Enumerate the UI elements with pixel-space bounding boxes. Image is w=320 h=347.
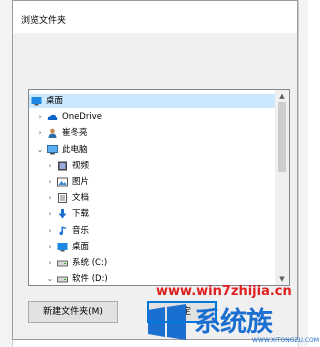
tree-item-label: 系统 (C:) bbox=[72, 258, 108, 268]
chevron-right-icon[interactable]: › bbox=[46, 191, 54, 205]
watermark: www.win7zhijia.cn 系统族 WWW.XITONGZU.COM bbox=[142, 282, 319, 347]
user-icon bbox=[47, 128, 58, 139]
tree-item-label: 崔冬亮 bbox=[62, 128, 88, 139]
chevron-right-icon[interactable]: › bbox=[46, 207, 54, 221]
tree-item-label: 图片 bbox=[72, 177, 90, 187]
chevron-right-icon[interactable]: › bbox=[46, 240, 54, 254]
tree-item[interactable]: 桌面 bbox=[29, 94, 275, 108]
chevron-down-icon[interactable]: ⌄ bbox=[46, 272, 54, 285]
tree-item[interactable]: › OneDrive bbox=[29, 110, 275, 124]
tree-item-label: 下载 bbox=[72, 209, 90, 220]
vertical-scrollbar[interactable]: ▲ ▼ bbox=[275, 90, 289, 285]
music-icon bbox=[57, 226, 68, 236]
tree-item[interactable]: › 文档 bbox=[29, 191, 275, 205]
computer-icon bbox=[47, 144, 58, 155]
scroll-up-arrow-icon[interactable]: ▲ bbox=[275, 90, 289, 102]
new-folder-button[interactable]: 新建文件夹(M) bbox=[28, 301, 118, 323]
chevron-right-icon[interactable]: › bbox=[36, 126, 44, 140]
desktop-icon bbox=[57, 242, 68, 252]
tree-item-label: 视频 bbox=[72, 160, 90, 171]
tree-item-label: 音乐 bbox=[72, 225, 90, 236]
watermark-site: www.win7zhijia.cn bbox=[156, 284, 292, 299]
tree-item-label: OneDrive bbox=[62, 112, 102, 123]
tree-item[interactable]: ⌄ 此电脑 bbox=[29, 143, 275, 157]
tree-item-label: 软件 (D:) bbox=[72, 274, 108, 285]
dialog-title: 浏览文件夹 bbox=[21, 16, 67, 26]
tree-item-label: 桌面 bbox=[72, 241, 90, 252]
tree-item-label: 桌面 bbox=[46, 96, 64, 106]
drive-icon bbox=[57, 274, 68, 284]
download-icon bbox=[57, 209, 68, 219]
tree-item[interactable]: › 音乐 bbox=[29, 224, 275, 238]
chevron-right-icon[interactable]: › bbox=[46, 256, 54, 270]
tree-item[interactable]: › 下载 bbox=[29, 207, 275, 221]
chevron-right-icon[interactable]: › bbox=[46, 175, 54, 189]
tree-item[interactable]: › 崔冬亮 bbox=[29, 126, 275, 140]
drive-icon bbox=[57, 258, 68, 268]
chevron-right-icon[interactable]: › bbox=[36, 110, 44, 124]
chevron-down-icon[interactable]: ⌄ bbox=[36, 143, 44, 157]
chevron-right-icon[interactable]: › bbox=[46, 159, 54, 173]
watermark-brand: 系统族 bbox=[194, 307, 273, 338]
tree-item[interactable]: › 桌面 bbox=[29, 240, 275, 254]
tree-item[interactable]: › 系统 (C:) bbox=[29, 256, 275, 270]
folder-tree[interactable]: 桌面 › OneDrive › 崔冬亮 ⌄ 此电脑 › 视频 › 图片 › 文档 › 下载 › 音乐 › 桌面 › 系统… bbox=[28, 89, 290, 286]
onedrive-cloud-icon bbox=[47, 112, 58, 122]
tree-item-label: 文档 bbox=[72, 193, 90, 204]
chevron-right-icon[interactable]: › bbox=[46, 224, 54, 238]
tree-item-label: 此电脑 bbox=[62, 144, 88, 155]
video-icon bbox=[57, 161, 68, 171]
tree-item[interactable]: › 图片 bbox=[29, 175, 275, 189]
desktop-icon bbox=[31, 96, 42, 106]
windows-logo-icon bbox=[148, 304, 186, 340]
watermark-url: WWW.XITONGZU.COM bbox=[252, 337, 319, 344]
tree-item[interactable]: › 视频 bbox=[29, 159, 275, 173]
title-bar: 浏览文件夹 bbox=[13, 1, 297, 33]
scrollbar-thumb[interactable] bbox=[278, 102, 286, 172]
documents-icon bbox=[57, 193, 68, 204]
pictures-icon bbox=[57, 177, 68, 187]
